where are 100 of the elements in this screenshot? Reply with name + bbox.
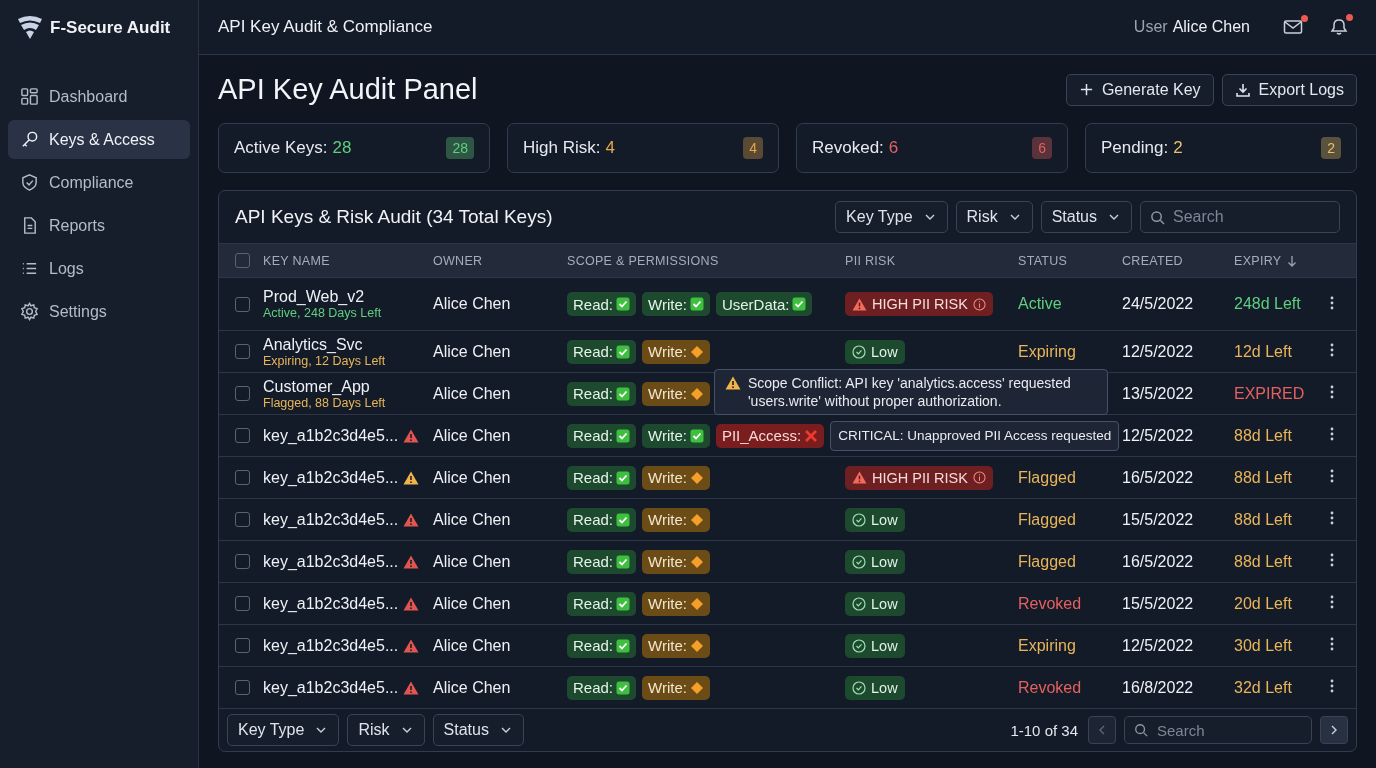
scope-tag: Read: xyxy=(567,507,637,532)
diamond-icon xyxy=(689,680,704,695)
column-header: PII RISK xyxy=(845,253,897,268)
more-icon xyxy=(1330,637,1334,651)
filter-dropdown[interactable]: Key Type xyxy=(227,714,340,746)
check-icon xyxy=(616,428,631,443)
search-field[interactable]: Search xyxy=(1124,716,1312,744)
scope-tag: Read: xyxy=(567,292,637,316)
created-date: 16/5/2022 xyxy=(1122,468,1194,486)
check-icon xyxy=(616,344,631,359)
select-all-checkbox[interactable] xyxy=(235,253,250,268)
scope-tag: Read: xyxy=(567,633,637,658)
scope-tag: Write: xyxy=(642,339,710,364)
filter-dropdown[interactable]: Status xyxy=(1040,201,1132,233)
created-date: 24/5/2022 xyxy=(1122,295,1194,312)
search-icon xyxy=(1150,210,1165,225)
stat-label: Pending: xyxy=(1101,138,1169,158)
check-icon xyxy=(616,638,631,653)
created-date: 12/5/2022 xyxy=(1122,342,1194,360)
check-icon xyxy=(616,512,631,527)
generate-key-button[interactable]: Generate Key xyxy=(1065,73,1214,106)
sidebar-item[interactable]: Reports xyxy=(8,206,190,245)
stat-value: 2 xyxy=(1173,138,1184,158)
row-checkbox[interactable] xyxy=(235,680,250,695)
search-icon xyxy=(1134,723,1148,737)
expiry-text: EXPIRED xyxy=(1234,384,1305,402)
more-icon xyxy=(1330,595,1334,609)
check-icon xyxy=(616,596,631,611)
sidebar-item[interactable]: Keys & Access xyxy=(8,120,190,159)
stat-value: 6 xyxy=(888,138,900,158)
scope-tag: Read: xyxy=(567,675,637,700)
search-field[interactable]: Search xyxy=(1140,201,1340,233)
key-name: key_a1b2c3d4e5... xyxy=(263,636,399,655)
expiry-text: 88d Left xyxy=(1234,552,1292,570)
row-checkbox[interactable] xyxy=(235,470,250,485)
sidebar-item[interactable]: Logs xyxy=(8,249,190,288)
check-icon xyxy=(792,297,807,311)
check-circle-icon xyxy=(852,512,866,527)
row-checkbox[interactable] xyxy=(235,554,250,569)
filter-dropdown[interactable]: Status xyxy=(432,714,524,746)
row-checkbox[interactable] xyxy=(235,386,250,401)
status-text: Active xyxy=(1018,295,1062,312)
scope-tag: PII_Access: xyxy=(715,423,825,448)
check-icon xyxy=(689,428,704,443)
column-header: OWNER xyxy=(433,253,484,268)
owner-name: Alice Chen xyxy=(433,636,512,655)
scope-tag: Read: xyxy=(567,381,637,406)
filter-dropdown[interactable]: Risk xyxy=(347,714,425,746)
scope-tag: Read: xyxy=(567,591,637,616)
next-page-button[interactable] xyxy=(1320,716,1348,744)
owner-name: Alice Chen xyxy=(433,678,512,697)
user-name: Alice Chen xyxy=(1172,18,1250,36)
sidebar-item[interactable]: Settings xyxy=(8,292,190,331)
key-name: Customer_App xyxy=(263,377,370,396)
column-header[interactable]: EXPIRY xyxy=(1234,253,1322,268)
check-circle-icon xyxy=(852,344,866,359)
tooltip-text: Scope Conflict: API key 'analytics.access' requested 'users.write' without proper authorization. xyxy=(747,373,1072,410)
check-icon xyxy=(616,470,631,485)
column-header: SCOPE & PERMISSIONS xyxy=(567,253,720,268)
risk-badge: Low xyxy=(845,339,905,364)
column-header: STATUS xyxy=(1018,253,1069,268)
scope-tag: Read: xyxy=(567,423,637,448)
row-checkbox[interactable] xyxy=(235,638,250,653)
filter-dropdown[interactable]: Risk xyxy=(955,201,1033,233)
export-logs-button[interactable]: Export Logs xyxy=(1221,73,1357,106)
chevron-down-icon xyxy=(1009,214,1020,220)
row-checkbox[interactable] xyxy=(235,596,250,611)
download-icon xyxy=(1234,81,1251,98)
owner-name: Alice Chen xyxy=(433,342,512,361)
chevron-down-icon xyxy=(924,214,935,220)
key-name: Prod_Web_v2 xyxy=(263,288,365,306)
row-checkbox[interactable] xyxy=(235,296,250,312)
row-checkbox[interactable] xyxy=(235,428,250,443)
expiry-text: 88d Left xyxy=(1234,426,1292,444)
diamond-icon xyxy=(689,470,704,485)
risk-badge: Low xyxy=(845,675,905,700)
row-checkbox[interactable] xyxy=(235,344,250,359)
expiry-text: 248d Left xyxy=(1234,295,1301,312)
count-badge: 4 xyxy=(743,137,763,159)
expiry-text: 12d Left xyxy=(1234,342,1292,360)
count-badge: 6 xyxy=(1032,137,1052,159)
expiry-text: 88d Left xyxy=(1234,468,1292,486)
diamond-icon xyxy=(689,386,704,401)
warning-icon xyxy=(852,297,867,311)
key-name: Analytics_Svc xyxy=(263,335,363,354)
sidebar-item[interactable]: Dashboard xyxy=(8,77,190,116)
diamond-icon xyxy=(689,638,704,653)
diamond-icon xyxy=(689,596,704,611)
sidebar-item[interactable]: Compliance xyxy=(8,163,190,202)
check-icon xyxy=(616,386,631,401)
diamond-icon xyxy=(689,344,704,359)
risk-badge: Low xyxy=(845,549,905,574)
expiry-text: 30d Left xyxy=(1234,636,1292,654)
more-icon xyxy=(1330,679,1334,693)
app-name: F-Secure Audit xyxy=(50,17,171,38)
status-text: Flagged xyxy=(1018,552,1076,570)
scope-tag: Read: xyxy=(567,549,637,574)
row-checkbox[interactable] xyxy=(235,512,250,527)
owner-name: Alice Chen xyxy=(433,552,512,571)
filter-dropdown[interactable]: Key Type xyxy=(835,201,948,233)
